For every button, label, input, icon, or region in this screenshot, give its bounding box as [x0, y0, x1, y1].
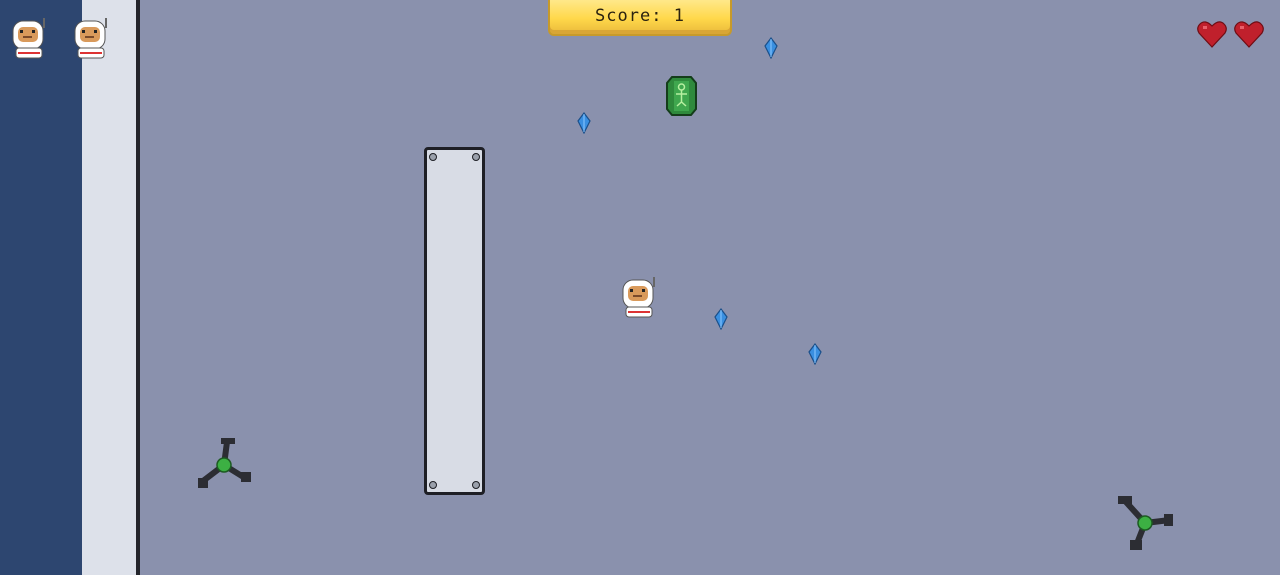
- game-stage[interactable]: Score: 1: [0, 0, 1280, 575]
- rivet: [429, 153, 437, 161]
- player-astronaut-icon: [622, 277, 655, 318]
- heart-icon: [1234, 21, 1264, 48]
- crystal-icon: [714, 308, 728, 330]
- left-wall-edge: [136, 0, 140, 575]
- life-astronaut-icon: [74, 18, 107, 59]
- green-shield-powerup-icon: [666, 76, 697, 116]
- crystal-icon: [577, 112, 591, 134]
- metal-barrier: [424, 147, 485, 495]
- life-astronaut-icon: [12, 18, 45, 59]
- score-banner: Score: 1: [548, 0, 732, 36]
- crystal-icon: [808, 343, 822, 365]
- left-wall-dark-panel: [0, 0, 82, 575]
- spinning-drone-icon: [1118, 496, 1173, 550]
- rivet: [472, 153, 480, 161]
- score-label: Score: 1: [595, 6, 685, 26]
- heart-icon: [1197, 21, 1227, 48]
- crystal-icon: [764, 37, 778, 59]
- left-wall-light-panel: [82, 0, 136, 575]
- rivet: [429, 481, 437, 489]
- spinning-drone-icon: [198, 438, 251, 488]
- rivet: [472, 481, 480, 489]
